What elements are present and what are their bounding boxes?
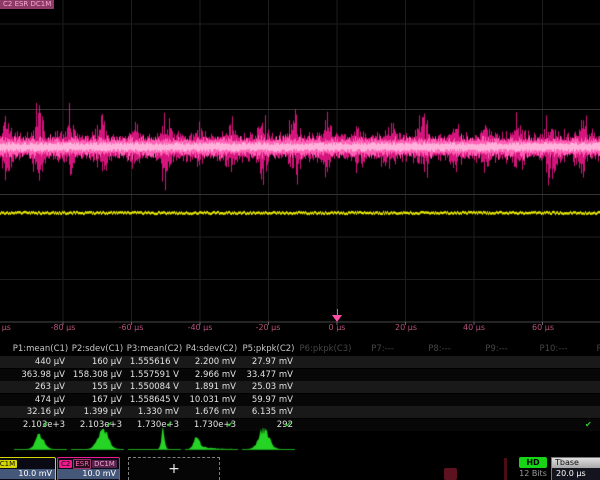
param-header-p5[interactable]: P5:pkpk(C2) xyxy=(240,344,297,355)
channel-c1-descriptor[interactable]: C1 DC1M 10.0 mV xyxy=(0,457,56,480)
param-header-p10[interactable]: P10:--- xyxy=(525,344,582,355)
measure-cell: 1.555616 V xyxy=(126,356,179,368)
measure-cell: 33.477 mV xyxy=(240,369,293,381)
measure-cell: 1.891 mV xyxy=(183,381,236,393)
time-axis-label: 20 µs xyxy=(395,323,417,332)
measure-cell: 32.16 µV xyxy=(12,406,65,418)
plus-icon: + xyxy=(168,461,180,477)
time-axis-label: 40 µs xyxy=(463,323,485,332)
measure-cell: 1.550084 V xyxy=(126,381,179,393)
time-axis-label: -60 µs xyxy=(119,323,144,332)
measure-cell: 474 µV xyxy=(12,394,65,406)
c2-coupling-badge: DC1M xyxy=(92,460,117,468)
param-header-p11[interactable]: P11:--- xyxy=(582,344,600,355)
waveform-grid-area: C2 ESR DC1M -100 µs -80 µs -60 µs -40 µs -20… xyxy=(0,0,600,335)
measure-cell: 27.97 mV xyxy=(240,356,293,368)
measure-table: P1:mean(C1)P2:sdev(C1)P3:mean(C2)P4:sdev… xyxy=(0,342,600,432)
time-axis-label: -40 µs xyxy=(188,323,213,332)
c1-volts-per-div: 10.0 mV xyxy=(0,469,55,479)
measure-cell: 158.308 µV xyxy=(69,369,122,381)
param-header-p8[interactable]: P8:--- xyxy=(411,344,468,355)
param-header-p6[interactable]: P6:pkpk(C3) xyxy=(297,344,354,355)
time-axis-label: 60 µs xyxy=(532,323,554,332)
measure-cell: 2.200 mV xyxy=(183,356,236,368)
measure-cell: 10.031 mV xyxy=(183,394,236,406)
time-axis-label: -20 µs xyxy=(256,323,281,332)
hd-mode-badge[interactable]: HD xyxy=(519,457,547,468)
param-header-p3[interactable]: P3:mean(C2) xyxy=(126,344,183,355)
trace-annotation: C2 ESR DC1M xyxy=(0,0,54,9)
hd-bits-label: 12 Bits xyxy=(517,469,549,478)
clipped-divider xyxy=(504,458,507,480)
c2-label-badge: C2 xyxy=(59,460,72,468)
timebase-title: Tbase xyxy=(552,458,600,468)
measure-cell: 155 µV xyxy=(69,381,122,393)
param-header-p9[interactable]: P9:--- xyxy=(468,344,525,355)
add-trace-dropzone[interactable]: + xyxy=(128,457,220,480)
param-header-p1[interactable]: P1:mean(C1) xyxy=(12,344,69,355)
measure-cell: 25.03 mV xyxy=(240,381,293,393)
measure-cell: 1.558645 V xyxy=(126,394,179,406)
measure-cell: 440 µV xyxy=(12,356,65,368)
measure-cell: 167 µV xyxy=(69,394,122,406)
clipped-badge xyxy=(444,468,457,480)
param-header-p2[interactable]: P2:sdev(C1) xyxy=(69,344,126,355)
measure-cell: 160 µV xyxy=(69,356,122,368)
measure-cell: 1.330 mV xyxy=(126,406,179,418)
waveform-traces-canvas[interactable] xyxy=(0,0,600,335)
measure-cell: 263 µV xyxy=(12,381,65,393)
timebase-descriptor[interactable]: Tbase 20.0 µs xyxy=(551,457,600,480)
oscilloscope-screen: C2 ESR DC1M -100 µs -80 µs -60 µs -40 µs -20… xyxy=(0,0,600,480)
c1-coupling-badge: DC1M xyxy=(0,460,17,468)
param-header-p4[interactable]: P4:sdev(C2) xyxy=(183,344,240,355)
measure-cell: 2.966 mV xyxy=(183,369,236,381)
measure-cell: 363.98 µV xyxy=(12,369,65,381)
c2-esr-badge: ESR xyxy=(73,459,91,469)
trigger-position-marker[interactable] xyxy=(332,315,342,322)
measure-cell: 1.557591 V xyxy=(126,369,179,381)
param-header-p7[interactable]: P7:--- xyxy=(354,344,411,355)
timebase-value: 20.0 µs xyxy=(552,468,600,479)
channel-c2-descriptor[interactable]: C2 ESR DC1M 10.0 mV xyxy=(57,457,120,480)
bottom-toolbar: C1 DC1M 10.0 mV C2 ESR DC1M 10.0 mV + HD… xyxy=(0,456,600,480)
measure-cell: 1.676 mV xyxy=(183,406,236,418)
histicon-strip[interactable] xyxy=(0,428,600,454)
time-axis-label: -100 µs xyxy=(0,323,11,332)
measure-cell: 1.399 µV xyxy=(69,406,122,418)
measure-cell: 59.97 mV xyxy=(240,394,293,406)
measure-cell: 6.135 mV xyxy=(240,406,293,418)
time-axis-label: 0 µs xyxy=(329,323,346,332)
time-axis-label: -80 µs xyxy=(51,323,76,332)
c2-volts-per-div: 10.0 mV xyxy=(58,469,119,479)
